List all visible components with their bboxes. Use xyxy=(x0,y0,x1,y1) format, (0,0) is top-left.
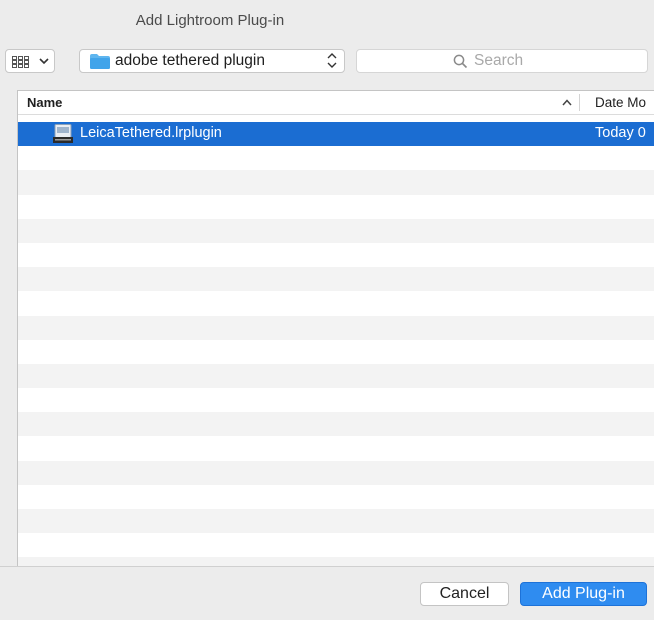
empty-row xyxy=(18,460,654,485)
column-divider[interactable] xyxy=(579,94,580,111)
sort-ascending-icon[interactable] xyxy=(562,99,572,106)
empty-row xyxy=(18,315,654,340)
column-header-date-modified[interactable]: Date Mo xyxy=(595,95,646,110)
empty-row xyxy=(18,291,654,315)
file-row[interactable]: LeicaTethered.lrplugin Today 0 xyxy=(18,122,654,147)
file-rows: LeicaTethered.lrplugin Today 0 xyxy=(18,122,654,567)
empty-row xyxy=(18,509,654,534)
file-list[interactable]: Name Date Mo LeicaTethered.lrplugin Toda… xyxy=(17,90,654,567)
empty-row xyxy=(18,146,654,170)
chevron-down-icon xyxy=(39,58,49,65)
file-list-header: Name Date Mo xyxy=(18,91,654,115)
location-label: adobe tethered plugin xyxy=(115,52,265,69)
column-header-name[interactable]: Name xyxy=(27,95,62,110)
empty-row xyxy=(18,195,654,219)
folder-icon xyxy=(90,54,110,69)
up-down-arrows-icon xyxy=(327,53,337,68)
add-plug-in-button[interactable]: Add Plug-in xyxy=(520,582,647,606)
file-date-modified: Today 0 xyxy=(595,125,646,141)
icon-view-grid-icon xyxy=(12,56,29,68)
window-title: Add Lightroom Plug-in xyxy=(135,12,285,29)
empty-row xyxy=(18,363,654,389)
search-placeholder: Search xyxy=(474,52,524,69)
empty-row xyxy=(18,388,654,412)
location-popup[interactable]: adobe tethered plugin xyxy=(79,49,345,73)
empty-row xyxy=(18,485,654,509)
search-field[interactable]: Search xyxy=(356,49,648,73)
cancel-button[interactable]: Cancel xyxy=(420,582,509,606)
empty-row xyxy=(18,340,654,364)
plugin-file-icon xyxy=(53,124,73,143)
dialog-footer: Cancel Add Plug-in xyxy=(0,566,654,620)
view-mode-button[interactable] xyxy=(5,49,55,73)
toolbar: adobe tethered plugin Search xyxy=(0,40,654,84)
empty-row xyxy=(18,533,654,557)
empty-row xyxy=(18,412,654,437)
empty-row xyxy=(18,436,654,460)
file-name: LeicaTethered.lrplugin xyxy=(80,125,222,141)
empty-row xyxy=(18,243,654,267)
empty-row xyxy=(18,218,654,243)
empty-row xyxy=(18,267,654,292)
magnifying-glass-icon xyxy=(453,54,468,69)
empty-row xyxy=(18,170,654,195)
